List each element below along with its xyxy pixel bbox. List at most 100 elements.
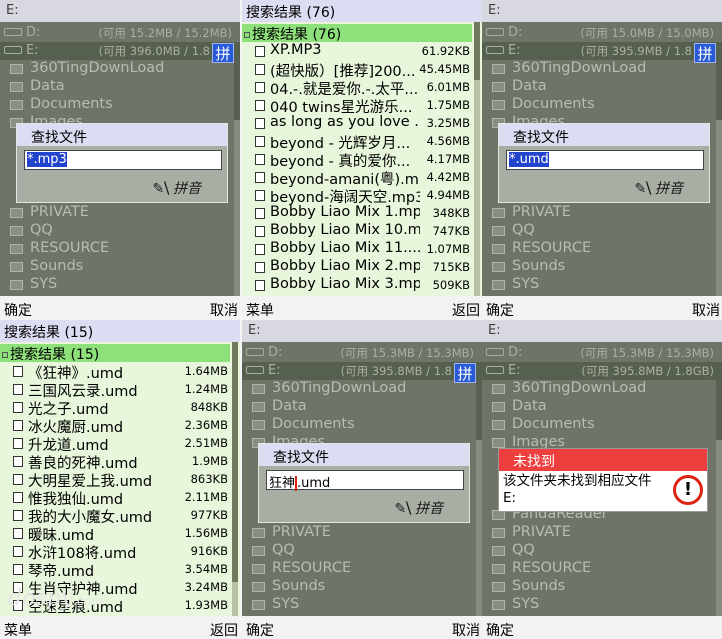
folder-item[interactable]: PRIVATE (482, 204, 722, 222)
search-input[interactable]: *.umd (506, 150, 704, 170)
folder-item[interactable]: QQ (482, 222, 722, 240)
folder-item[interactable]: SYS (482, 596, 722, 614)
list-item[interactable]: 升龙道.umd 2.51MB (0, 434, 230, 454)
list-item[interactable]: 冰火魔厨.umd 2.36MB (0, 416, 230, 436)
ok-softkey[interactable]: 确定 (486, 300, 514, 320)
results-group-header[interactable]: 搜索结果 (76) (242, 24, 472, 43)
list-item[interactable]: 光之子.umd 848KB (0, 398, 230, 418)
list-item[interactable]: XP.MP3 61.92KB (242, 42, 472, 60)
drive-e[interactable]: E: (可用 395.8MB / 1.8GB) (482, 362, 722, 380)
list-item[interactable]: (超快版）[推荐]200... 45.45MB (242, 60, 472, 80)
back-softkey[interactable]: 返回 (210, 620, 238, 639)
folder-item[interactable]: Data (242, 398, 482, 416)
scrollbar-thumb[interactable] (232, 342, 238, 582)
search-input[interactable]: 狂神 .umd (266, 470, 464, 491)
scrollbar-thumb[interactable] (716, 60, 722, 120)
music-file-icon (255, 82, 265, 93)
list-item[interactable]: beyond-海阔天空.mp3 4.94MB (242, 186, 472, 206)
list-item[interactable]: as long as you love ... 3.25MB (242, 114, 472, 132)
folder-item[interactable]: Sounds (482, 578, 722, 596)
scrollbar[interactable] (234, 60, 240, 296)
folder-item[interactable]: PRIVATE (482, 524, 722, 542)
folder-item[interactable]: QQ (242, 542, 482, 560)
list-item[interactable]: Bobby Liao Mix 1.mp3 348KB (242, 204, 472, 222)
list-item[interactable]: 惟我独仙.umd 2.11MB (0, 488, 230, 508)
folder-item[interactable]: Documents (0, 96, 240, 114)
menu-softkey[interactable]: 菜单 (4, 620, 32, 639)
folder-item[interactable]: Sounds (0, 258, 240, 276)
drive-e[interactable]: E: (可用 395.9MB / 1.8 拼 (482, 42, 722, 63)
scrollbar-thumb[interactable] (716, 380, 722, 440)
drive-e[interactable]: E: (可用 395.8MB / 1.8 拼 (242, 362, 482, 383)
scrollbar[interactable] (232, 342, 238, 616)
drive-d[interactable]: D: (可用 15.2MB / 15.2MB) (0, 24, 240, 42)
scrollbar[interactable] (474, 22, 480, 296)
back-softkey[interactable]: 返回 (452, 300, 480, 320)
list-item[interactable]: 水浒108将.umd 916KB (0, 542, 230, 562)
list-item[interactable]: 三国风云录.umd 1.24MB (0, 380, 230, 400)
drive-d[interactable]: D: (可用 15.0MB / 15.0MB) (482, 24, 722, 42)
folder-item[interactable]: SYS (242, 596, 482, 614)
folder-item[interactable]: Documents (242, 416, 482, 434)
folder-icon (252, 528, 265, 538)
folder-item[interactable]: Data (0, 78, 240, 96)
panel-find-mp3: E: D: (可用 15.2MB / 15.2MB) E: (可用 396.0M… (0, 0, 240, 320)
list-item[interactable]: 琴帝.umd 3.54MB (0, 560, 230, 580)
folder-item[interactable]: Documents (482, 416, 722, 434)
drive-e[interactable]: E: (可用 396.0MB / 1.8 拼 (0, 42, 240, 63)
drive-d[interactable]: D: (可用 15.3MB / 15.3MB) (242, 344, 482, 362)
folder-item[interactable]: RESOURCE (482, 560, 722, 578)
folder-item[interactable]: PRIVATE (0, 204, 240, 222)
folder-item[interactable]: 360TingDownLoad (0, 60, 240, 78)
search-input[interactable]: *.mp3 (24, 150, 222, 170)
folder-item[interactable]: 360TingDownLoad (242, 380, 482, 398)
folder-item[interactable]: 360TingDownLoad (482, 380, 722, 398)
scrollbar-thumb[interactable] (474, 22, 480, 80)
list-item[interactable]: beyond - 光辉岁月... 4.56MB (242, 132, 472, 152)
ok-softkey[interactable]: 确定 (4, 300, 32, 320)
folder-item[interactable]: 360TingDownLoad (482, 60, 722, 78)
music-file-icon (255, 280, 265, 291)
folder-item[interactable]: QQ (482, 542, 722, 560)
ok-softkey[interactable]: 确定 (246, 620, 274, 639)
folder-item[interactable]: Sounds (482, 258, 722, 276)
results-list: 搜索结果 (15) 《狂神》.umd 1.64MB 三国风云录.umd 1.24MB… (0, 342, 240, 616)
folder-item[interactable]: Data (482, 78, 722, 96)
list-item[interactable]: Bobby Liao Mix 10.m... 747KB (242, 222, 472, 240)
search-query: *.mp3 (27, 152, 67, 167)
ok-softkey[interactable]: 确定 (486, 620, 514, 639)
cancel-softkey[interactable]: 取消 (692, 300, 720, 320)
scrollbar[interactable] (716, 60, 722, 296)
menu-softkey[interactable]: 菜单 (246, 300, 274, 320)
list-item[interactable]: 大明星爱上我.umd 863KB (0, 470, 230, 490)
list-item[interactable]: 暖昧.umd 1.56MB (0, 524, 230, 544)
results-group-header[interactable]: 搜索结果 (15) (0, 344, 230, 363)
folder-item[interactable]: RESOURCE (242, 560, 482, 578)
folder-item[interactable]: SYS (0, 276, 240, 294)
scrollbar[interactable] (716, 380, 722, 616)
folder-item[interactable]: Documents (482, 96, 722, 114)
list-item[interactable]: Bobby Liao Mix 2.mp3 715KB (242, 258, 472, 276)
folder-icon (10, 100, 23, 110)
folder-item[interactable]: RESOURCE (0, 240, 240, 258)
cancel-softkey[interactable]: 取消 (452, 620, 480, 639)
list-item[interactable]: Bobby Liao Mix 11.... 1.07MB (242, 240, 472, 258)
list-item[interactable]: 我的大小魔女.umd 977KB (0, 506, 230, 526)
list-item[interactable]: beyond - 真的爱你... 4.17MB (242, 150, 472, 170)
drive-d[interactable]: D: (可用 15.3MB / 15.3MB) (482, 344, 722, 362)
folder-item[interactable]: Sounds (242, 578, 482, 596)
list-item[interactable]: Bobby Liao Mix 3.mp3 509KB (242, 276, 472, 294)
folder-item[interactable]: Data (482, 398, 722, 416)
list-item[interactable]: 040 twins星光游乐... 1.75MB (242, 96, 472, 116)
folder-item[interactable]: QQ (0, 222, 240, 240)
list-item[interactable]: 善良的死神.umd 1.9MB (0, 452, 230, 472)
cancel-softkey[interactable]: 取消 (210, 300, 238, 320)
list-item[interactable]: beyond-amani(粤).m... 4.42MB (242, 168, 472, 188)
folder-item[interactable]: PRIVATE (242, 524, 482, 542)
folder-item[interactable]: RESOURCE (482, 240, 722, 258)
dialog-title: 查找文件 (17, 124, 227, 146)
scrollbar-thumb[interactable] (234, 60, 240, 120)
list-item[interactable]: 04.-.就是爱你.-.太平... 6.01MB (242, 78, 472, 98)
list-item[interactable]: 《狂神》.umd 1.64MB (0, 362, 230, 382)
folder-item[interactable]: SYS (482, 276, 722, 294)
